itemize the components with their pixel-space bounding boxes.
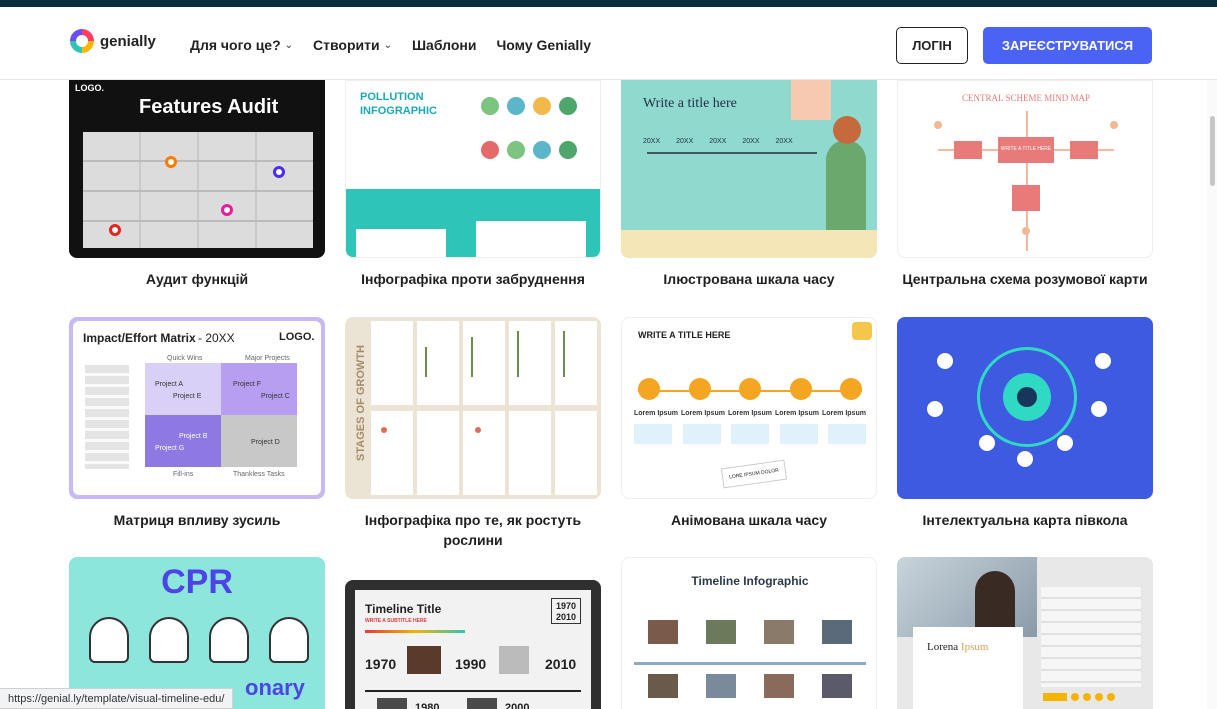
template-card[interactable]: Timeline Infographic — [621, 557, 877, 709]
template-thumbnail[interactable]: Timeline Infographic — [621, 557, 877, 709]
site-header: genially Для чого це? ⌄ Створити ⌄ Шабло… — [0, 7, 1217, 80]
template-thumbnail[interactable]: Impact/Effort Matrix - 20XX LOGO. Quick … — [69, 317, 325, 499]
template-thumbnail[interactable]: STAGES OF GROWTH — [345, 317, 601, 499]
template-thumbnail[interactable] — [897, 317, 1153, 499]
template-card[interactable]: Impact/Effort Matrix - 20XX LOGO. Quick … — [69, 317, 325, 530]
template-card[interactable]: CPR onary — [69, 557, 325, 709]
template-thumbnail[interactable]: Lorena Ipsum — [897, 557, 1153, 709]
template-title[interactable]: Ілюстрована шкала часу — [621, 269, 877, 289]
status-bar-url: https://genial.ly/template/visual-timeli… — [0, 688, 234, 709]
top-accent-bar — [0, 0, 1217, 7]
template-title[interactable]: Інфографіка про те, як ростуть рослини — [345, 510, 601, 550]
template-card[interactable]: Інтелектуальна карта півкола — [897, 317, 1153, 530]
nav-item-why-genially[interactable]: Чому Genially — [496, 37, 591, 53]
scrollbar-thumb[interactable] — [1210, 116, 1215, 186]
chevron-down-icon: ⌄ — [383, 39, 392, 51]
template-title[interactable]: Центральна схема розумової карти — [897, 269, 1153, 289]
template-card[interactable]: LOGO. Features Audit Аудит функцій — [69, 80, 325, 289]
template-title[interactable]: Анімована шкала часу — [621, 510, 877, 530]
template-card[interactable]: Write a title here 20XX 20XX 20XX 20XX 2… — [621, 80, 877, 289]
template-card[interactable]: Lorena Ipsum — [897, 557, 1153, 709]
template-card[interactable]: Timeline Title WRITE A SUBTITLE HERE 197… — [345, 580, 601, 709]
template-grid: LOGO. Features Audit Аудит функцій POLLU… — [0, 80, 1200, 709]
template-title[interactable]: Інтелектуальна карта півкола — [897, 510, 1153, 530]
template-title[interactable]: Аудит функцій — [69, 269, 325, 289]
main-nav: Для чого це? ⌄ Створити ⌄ Шаблони Чому G… — [190, 37, 591, 53]
template-thumbnail[interactable]: CENTRAL SCHEME MIND MAP WRITE A TITLE HE… — [897, 80, 1153, 258]
signup-button[interactable]: ЗАРЕЄСТРУВАТИСЯ — [983, 27, 1152, 64]
template-thumbnail[interactable]: CPR onary — [69, 557, 325, 709]
logo-text: genially — [100, 32, 156, 50]
nav-item-create[interactable]: Створити ⌄ — [313, 37, 392, 53]
template-title[interactable]: Матриця впливу зусиль — [69, 510, 325, 530]
template-card[interactable]: CENTRAL SCHEME MIND MAP WRITE A TITLE HE… — [897, 80, 1153, 289]
template-thumbnail[interactable]: POLLUTION INFOGRAPHIC — [345, 80, 601, 258]
template-card[interactable]: WRITE A TITLE HERE Lorem Ipsum Lorem Ips… — [621, 317, 877, 530]
genially-logo[interactable]: genially — [70, 29, 156, 53]
nav-item-what-for[interactable]: Для чого це? ⌄ — [190, 37, 293, 53]
template-title[interactable]: Інфографіка проти забруднення — [345, 269, 601, 289]
template-card[interactable]: STAGES OF GROWTH Інфографіка про те, як … — [345, 317, 601, 550]
nav-item-templates[interactable]: Шаблони — [412, 37, 476, 53]
genially-logo-icon — [70, 29, 94, 53]
chevron-down-icon: ⌄ — [284, 39, 294, 51]
template-thumbnail[interactable]: LOGO. Features Audit — [69, 80, 325, 258]
template-thumbnail[interactable]: Write a title here 20XX 20XX 20XX 20XX 2… — [621, 80, 877, 258]
login-button[interactable]: ЛОГІН — [896, 27, 968, 64]
template-thumbnail[interactable]: Timeline Title WRITE A SUBTITLE HERE 197… — [345, 580, 601, 709]
template-card[interactable]: POLLUTION INFOGRAPHIC Інфографіка проти … — [345, 80, 601, 289]
template-thumbnail[interactable]: WRITE A TITLE HERE Lorem Ipsum Lorem Ips… — [621, 317, 877, 499]
